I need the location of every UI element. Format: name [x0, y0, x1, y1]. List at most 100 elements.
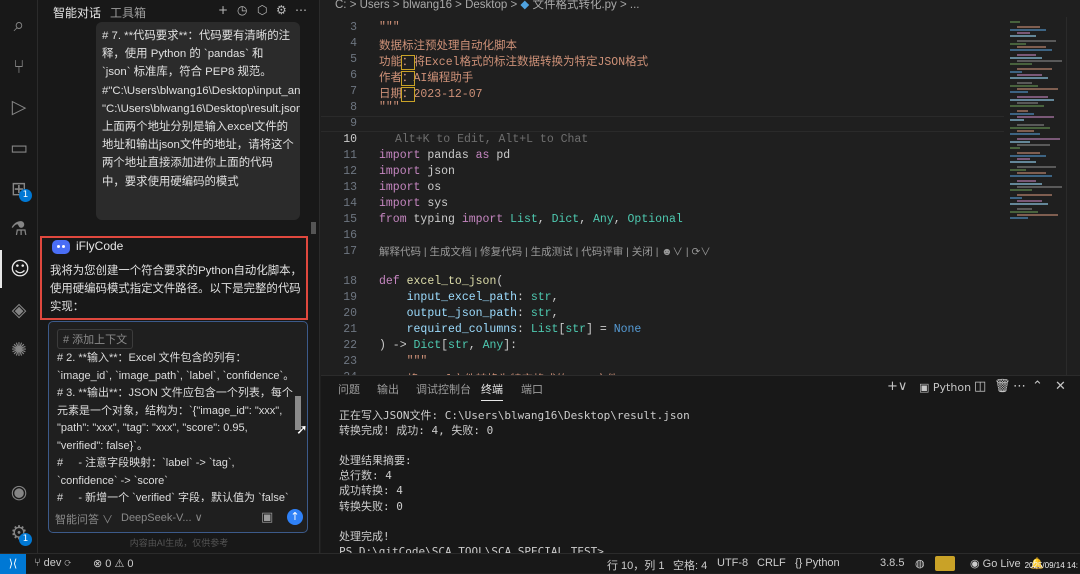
- minimap-line: [1010, 189, 1032, 191]
- mode-select[interactable]: 智能问答 ∨: [55, 511, 113, 527]
- python-version[interactable]: 3.8.5: [880, 557, 904, 569]
- line-number: 6: [350, 69, 357, 82]
- codelens-actions[interactable]: 解释代码 | 生成文档 | 修复代码 | 生成测试 | 代码评审 | 关闭 | …: [379, 244, 711, 259]
- iflycode-status-icon[interactable]: [935, 556, 955, 571]
- minimap-line: [1017, 26, 1040, 28]
- settings-icon[interactable]: ⚙: [276, 3, 287, 17]
- maximize-panel-icon[interactable]: ⌃: [1032, 379, 1043, 394]
- indent-spaces[interactable]: 空格: 4: [673, 557, 707, 573]
- line-number: 12: [343, 165, 357, 178]
- tab-ports[interactable]: 端口: [521, 381, 543, 397]
- trash-icon[interactable]: 🗑: [994, 379, 1011, 394]
- code-line[interactable]: import json: [379, 165, 455, 178]
- model-select[interactable]: DeepSeek-V... ∨: [121, 511, 203, 524]
- branch-indicator[interactable]: ⑂ dev ⟳: [34, 557, 71, 569]
- minimap-line: [1017, 102, 1038, 104]
- chat-input[interactable]: # 添加上下文 # 2. **输入**：Excel 文件包含的列有：`image…: [48, 321, 308, 533]
- code-line[interactable]: Alt+K to Edit, Alt+L to Chat: [395, 133, 588, 146]
- minimap-line: [1017, 214, 1058, 216]
- chat-input-text[interactable]: # 2. **输入**：Excel 文件包含的列有：`image_id`, `i…: [57, 350, 297, 502]
- ai-response: iFlyCode 我将为您创建一个符合要求的Python自动化脚本，使用硬编码模…: [40, 236, 308, 320]
- code-line[interactable]: def excel_to_json(: [379, 275, 503, 288]
- more-icon[interactable]: ⋯: [295, 3, 307, 17]
- image-icon[interactable]: ▣: [261, 510, 273, 525]
- add-context-button[interactable]: # 添加上下文: [57, 329, 134, 349]
- code-line[interactable]: """: [379, 355, 428, 368]
- history-icon[interactable]: ◷: [237, 3, 247, 17]
- language-mode[interactable]: {} Python: [795, 557, 840, 569]
- go-live-button[interactable]: ◉ Go Live: [970, 557, 1021, 570]
- source-control-icon[interactable]: ⑂: [0, 48, 38, 86]
- code-line[interactable]: 作者：AI编程助手: [379, 69, 473, 86]
- problems-indicator[interactable]: ⊗ 0 ⚠ 0: [93, 557, 133, 570]
- sync-icon: ⟳: [64, 557, 72, 569]
- code-line[interactable]: 日期：2023-12-07: [379, 85, 483, 102]
- code-line[interactable]: import os: [379, 181, 441, 194]
- code-line[interactable]: from typing import List, Dict, Any, Opti…: [379, 213, 683, 226]
- testing-icon[interactable]: ⚗: [0, 210, 38, 248]
- send-button[interactable]: ↑: [287, 509, 303, 525]
- code-line[interactable]: 功能：将Excel格式的标注数据转换为特定JSON格式: [379, 53, 648, 70]
- minimap-line: [1010, 57, 1042, 59]
- code-line[interactable]: input_excel_path: str,: [379, 291, 559, 304]
- line-number: 18: [343, 275, 357, 288]
- more-actions-icon[interactable]: ⋯: [1013, 379, 1026, 394]
- end-of-line[interactable]: CRLF: [757, 557, 786, 569]
- codegpt-icon[interactable]: ◈: [0, 291, 38, 329]
- breadcrumb-file[interactable]: 文件格式转化.py: [532, 0, 616, 11]
- minimap-line: [1010, 43, 1026, 45]
- extensions-icon[interactable]: ⊞ 1: [0, 170, 38, 208]
- minimap[interactable]: [1004, 17, 1066, 375]
- tab-debug-console[interactable]: 调试控制台: [416, 381, 471, 397]
- code-line[interactable]: output_json_path: str,: [379, 307, 559, 320]
- breadcrumb-desktop[interactable]: Desktop: [465, 0, 507, 11]
- breadcrumb-symbol[interactable]: ...: [630, 0, 640, 11]
- chat-scrollbar[interactable]: [311, 222, 316, 234]
- tab-terminal[interactable]: 终端: [481, 381, 503, 401]
- copilot-icon[interactable]: ◍: [915, 557, 925, 570]
- split-terminal-icon[interactable]: ◫: [974, 379, 986, 394]
- line-number: 5: [350, 53, 357, 66]
- line-number: 19: [343, 291, 357, 304]
- new-terminal-icon[interactable]: +∨: [887, 379, 907, 394]
- status-bar: ⟩⟨ ⑂ dev ⟳ ⊗ 0 ⚠ 0 行 10，列 1 空格: 4 UTF-8 …: [0, 553, 1080, 574]
- terminal-profile[interactable]: ▣ Python: [919, 381, 971, 394]
- minimap-line: [1010, 35, 1036, 37]
- tab-smart-chat[interactable]: 智能对话: [53, 4, 101, 21]
- tab-toolbox[interactable]: 工具箱: [110, 4, 146, 21]
- line-number: 13: [343, 181, 357, 194]
- cursor-position[interactable]: 行 10，列 1: [607, 557, 664, 573]
- braces-icon: {}: [795, 557, 803, 569]
- breadcrumb-user[interactable]: blwang16: [403, 0, 452, 11]
- breadcrumb-users[interactable]: Users: [360, 0, 390, 11]
- code-line[interactable]: """: [379, 21, 400, 34]
- code-line[interactable]: 数据标注预处理自动化脚本: [379, 37, 517, 53]
- breadcrumb-drive[interactable]: C:: [335, 0, 347, 11]
- mouse-pointer-icon: ➚: [296, 422, 308, 438]
- tab-output[interactable]: 输出: [377, 381, 399, 397]
- remote-icon[interactable]: ⟩⟨: [0, 554, 26, 574]
- plugin-icon[interactable]: ⬡: [257, 3, 267, 17]
- code-line[interactable]: import pandas as pd: [379, 149, 510, 162]
- iflycode-icon[interactable]: ☺: [0, 250, 38, 288]
- code-line[interactable]: import sys: [379, 197, 448, 210]
- editor-scrollbar[interactable]: [1066, 17, 1080, 375]
- code-line[interactable]: required_columns: List[str] = None: [379, 323, 642, 336]
- openai-icon[interactable]: ✺: [0, 331, 38, 369]
- line-number: 17: [343, 245, 357, 258]
- activity-bar: ⌕ ⑂ ▷ ▭ ⊞ 1 ⚗ ☺ ◈ ✺ ◉ ⚙ 1: [0, 0, 38, 553]
- search-icon[interactable]: ⌕: [0, 6, 38, 44]
- new-chat-icon[interactable]: +: [218, 3, 228, 17]
- minimap-line: [1017, 46, 1046, 48]
- terminal-output[interactable]: 正在写入JSON文件: C:\Users\blwang16\Desktop\re…: [339, 408, 690, 559]
- tab-problems[interactable]: 问题: [338, 381, 360, 397]
- close-panel-icon[interactable]: ✕: [1055, 379, 1066, 394]
- code-editor[interactable]: 3 """ 4 数据标注预处理自动化脚本 5 功能：将Excel格式的标注数据转换为特定J…: [321, 17, 1004, 375]
- account-icon[interactable]: ◉: [0, 473, 38, 511]
- code-line[interactable]: ) -> Dict[str, Any]:: [379, 339, 517, 352]
- settings-gear-icon[interactable]: ⚙ 1: [0, 514, 38, 552]
- encoding[interactable]: UTF-8: [717, 557, 748, 569]
- code-line[interactable]: """: [379, 101, 400, 114]
- remote-explorer-icon[interactable]: ▭: [0, 129, 38, 167]
- run-debug-icon[interactable]: ▷: [0, 88, 38, 126]
